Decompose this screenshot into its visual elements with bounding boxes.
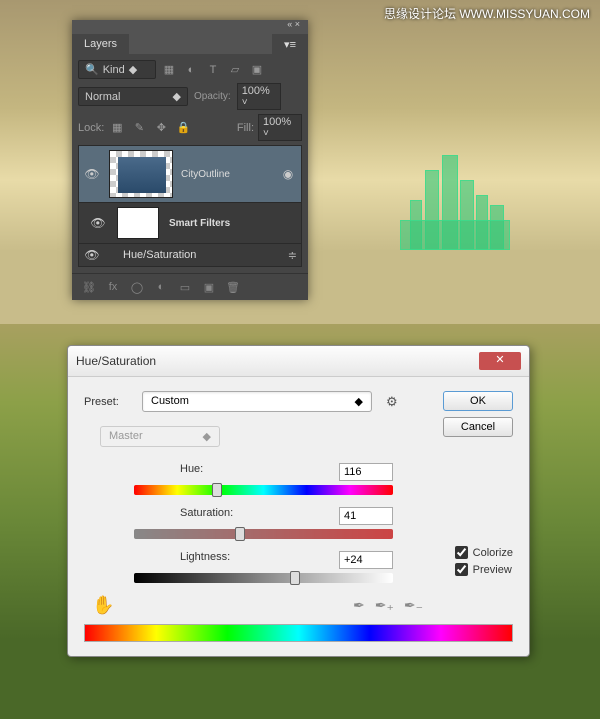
hue-saturation-filter-row[interactable]: 👁 Hue/Saturation ≑ (79, 244, 301, 266)
hand-tool-icon[interactable]: ✋ (92, 595, 114, 616)
eyedropper-icon[interactable]: ✒ (353, 597, 365, 614)
adjustment-layer-icon[interactable]: ◐ (152, 278, 170, 296)
filter-mask-thumbnail[interactable] (117, 207, 159, 239)
filter-pixel-icon[interactable]: ▦ (160, 61, 178, 79)
preset-menu-icon[interactable]: ⚙ (386, 394, 398, 410)
colorize-checkbox[interactable]: Colorize (455, 546, 513, 559)
eyedropper-subtract-icon[interactable]: ✒₋ (404, 597, 423, 614)
lock-transparency-icon[interactable]: ▦ (108, 119, 126, 137)
chevron-icon: ◆ (203, 430, 211, 443)
smart-filters-row[interactable]: 👁 Smart Filters (79, 203, 301, 244)
watermark-text: 思缘设计论坛 WWW.MISSYUAN.COM (384, 5, 590, 22)
panel-menu-icon[interactable]: ▾≡ (272, 34, 308, 55)
layer-fx-icon[interactable]: fx (104, 278, 122, 296)
saturation-label: Saturation: (180, 507, 233, 525)
chevron-icon: ◆ (129, 63, 137, 76)
lightness-slider[interactable] (134, 573, 393, 583)
saturation-input[interactable] (339, 507, 393, 525)
lock-paint-icon[interactable]: ✎ (130, 119, 148, 137)
group-icon[interactable]: ▭ (176, 278, 194, 296)
lock-label: Lock: (78, 122, 104, 134)
filter-type-icon[interactable]: T (204, 61, 222, 79)
visibility-toggle-icon[interactable]: 👁 (83, 248, 101, 262)
chevron-icon: ◆ (355, 395, 363, 408)
opacity-input[interactable]: 100% ˅ (237, 83, 281, 110)
close-button[interactable]: ✕ (479, 352, 521, 370)
hue-input[interactable] (339, 463, 393, 481)
lock-position-icon[interactable]: ✥ (152, 119, 170, 137)
search-icon: 🔍 (85, 63, 99, 76)
chevron-icon: ◆ (173, 90, 181, 103)
fill-input[interactable]: 100% ˅ (258, 114, 302, 141)
delete-layer-icon[interactable]: 🗑 (224, 278, 242, 296)
visibility-toggle-icon[interactable]: 👁 (83, 167, 101, 181)
preset-dropdown[interactable]: Custom ◆ (142, 391, 372, 412)
link-layers-icon[interactable]: ⛓ (80, 278, 98, 296)
panel-footer: ⛓ fx ◯ ◐ ▭ ▣ 🗑 (72, 273, 308, 300)
filter-smart-icon[interactable]: ▣ (248, 61, 266, 79)
layer-mask-icon[interactable]: ◯ (128, 278, 146, 296)
hue-spectrum-strip (84, 624, 513, 642)
filter-name-label: Hue/Saturation (123, 249, 196, 261)
saturation-slider[interactable] (134, 529, 393, 539)
emerald-city-image (400, 150, 520, 250)
smart-filters-label: Smart Filters (169, 218, 230, 229)
filter-adjust-icon[interactable]: ◐ (182, 61, 200, 79)
layers-tab[interactable]: Layers (72, 34, 129, 54)
ok-button[interactable]: OK (443, 391, 513, 411)
dialog-titlebar[interactable]: Hue/Saturation ✕ (68, 346, 529, 377)
hue-label: Hue: (180, 463, 203, 481)
dialog-title: Hue/Saturation (76, 354, 479, 368)
layer-list: 👁 CityOutline ◉ 👁 Smart Filters 👁 Hue/Sa… (78, 145, 302, 267)
visibility-toggle-icon[interactable]: 👁 (89, 216, 107, 230)
panel-collapse-bar[interactable]: « × (72, 20, 308, 30)
blend-mode-dropdown[interactable]: Normal ◆ (78, 87, 188, 106)
filter-options-icon[interactable]: ≑ (288, 249, 297, 262)
hue-saturation-dialog: Hue/Saturation ✕ OK Cancel Preset: Custo… (67, 345, 530, 657)
layer-thumbnail[interactable] (109, 150, 173, 198)
eyedropper-add-icon[interactable]: ✒₊ (375, 597, 394, 614)
smart-object-icon[interactable]: ◉ (279, 167, 297, 181)
filter-shape-icon[interactable]: ▱ (226, 61, 244, 79)
kind-filter-dropdown[interactable]: 🔍 Kind ◆ (78, 60, 156, 79)
lock-all-icon[interactable]: 🔒 (174, 119, 192, 137)
preset-label: Preset: (84, 396, 134, 408)
preview-checkbox[interactable]: Preview (455, 563, 513, 576)
layer-item-cityoutline[interactable]: 👁 CityOutline ◉ (79, 146, 301, 203)
layers-panel: « × Layers ▾≡ 🔍 Kind ◆ ▦ ◐ T ▱ ▣ Normal … (72, 20, 308, 300)
new-layer-icon[interactable]: ▣ (200, 278, 218, 296)
opacity-label: Opacity: (194, 91, 231, 102)
channel-dropdown: Master ◆ (100, 426, 220, 447)
hue-slider[interactable] (134, 485, 393, 495)
fill-label: Fill: (237, 122, 254, 134)
layer-name-label: CityOutline (181, 169, 230, 180)
cancel-button[interactable]: Cancel (443, 417, 513, 437)
lightness-input[interactable] (339, 551, 393, 569)
lightness-label: Lightness: (180, 551, 230, 569)
